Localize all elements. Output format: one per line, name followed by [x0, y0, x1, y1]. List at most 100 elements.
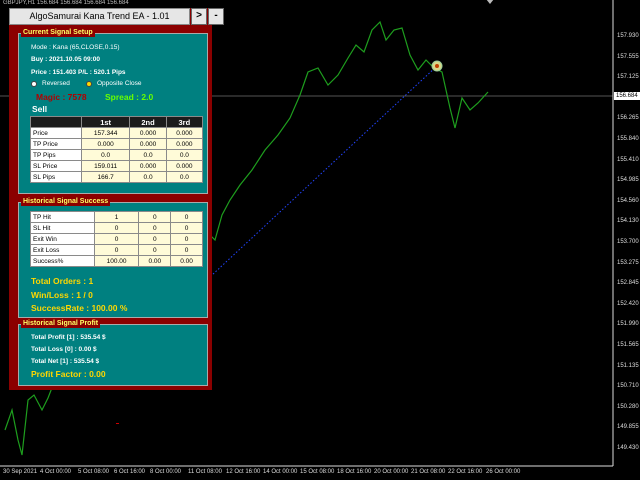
x-tick-label: 14 Oct 00:00: [263, 469, 298, 475]
x-tick-label: 26 Oct 00:00: [486, 469, 521, 475]
chevron-down-icon[interactable]: [486, 0, 494, 5]
y-tick-label: 150.280: [617, 403, 639, 410]
section-header: Historical Signal Profit: [21, 319, 101, 328]
y-tick-label: 154.560: [617, 197, 639, 204]
y-tick-label: 150.710: [617, 383, 639, 390]
success-rate: SuccessRate : 100.00 %: [31, 303, 128, 313]
col-1st: 1st: [80, 116, 131, 128]
cell: 1: [93, 211, 140, 223]
total-net: Total Net [1] : 535.54 $: [31, 358, 100, 365]
y-tick-label: 157.555: [617, 53, 639, 60]
row-label: Exit Win: [30, 233, 95, 245]
historical-signal-profit: Historical Signal Profit Total Profit [1…: [18, 319, 208, 386]
ea-panel: AlgoSamurai Kana Trend EA - 1.01 > - Cur…: [9, 8, 224, 390]
opposite-close-label: Opposite Close: [97, 80, 142, 87]
cell: 0.0: [129, 171, 167, 183]
win-loss: Win/Loss : 1 / 0: [31, 290, 93, 300]
cell: 0.000: [129, 160, 167, 172]
opposite-close-radio[interactable]: [86, 81, 92, 87]
total-loss: Total Loss [0] : 0.00 $: [31, 346, 97, 353]
current-price-label: 156.684: [614, 92, 640, 100]
cell: 0: [93, 244, 140, 256]
x-tick-label: 6 Oct 16:00: [114, 469, 146, 475]
cell: 157.344: [80, 127, 131, 139]
x-tick-label: 15 Oct 08:00: [300, 469, 335, 475]
col-2nd: 2nd: [129, 116, 167, 128]
reversed-radio[interactable]: [31, 81, 37, 87]
magic-text: Magic : 7578: [36, 92, 87, 102]
cell: 0: [138, 233, 172, 245]
y-tick-label: 157.930: [617, 33, 639, 39]
cell: 0: [138, 222, 172, 234]
x-tick-label: 18 Oct 16:00: [337, 469, 372, 475]
y-tick-label: 151.135: [617, 362, 639, 369]
cell: 0.000: [165, 138, 204, 150]
y-tick-label: 156.265: [617, 115, 639, 122]
row-label: TP Hit: [30, 211, 95, 223]
cell: 0.0: [80, 149, 131, 161]
x-tick-label: 4 Oct 00:00: [40, 469, 72, 475]
total-profit: Total Profit [1] : 535.54 $: [31, 334, 106, 341]
y-tick-label: 155.840: [617, 136, 639, 142]
cell: 0.000: [165, 127, 204, 139]
y-tick-label: 153.700: [617, 239, 639, 245]
y-tick-label: 151.565: [617, 342, 639, 348]
y-tick-label: 149.430: [617, 445, 639, 451]
cell: 0: [170, 211, 203, 223]
y-tick-label: 157.125: [617, 74, 639, 81]
x-tick-label: 11 Oct 08:00: [188, 469, 222, 475]
row-label: SL Hit: [30, 222, 95, 234]
col-3rd: 3rd: [165, 116, 204, 128]
ea-title: AlgoSamurai Kana Trend EA - 1.01: [9, 8, 190, 25]
expand-button[interactable]: >: [191, 8, 207, 25]
cell: 0.0: [165, 171, 204, 183]
spread-text: Spread : 2.0: [105, 92, 154, 102]
section-header: Historical Signal Success: [21, 197, 111, 206]
y-tick-label: 149.855: [617, 424, 639, 431]
cell: 166.7: [80, 171, 131, 183]
current-signal-setup: Current Signal Setup Mode : Kana (65,CLO…: [18, 28, 208, 194]
y-tick-label: 153.275: [617, 259, 639, 266]
setup-table: 1st 2nd 3rd Price 157.344 0.000 0.000 TP Pr…: [30, 116, 204, 183]
y-tick-label: 152.845: [617, 280, 639, 287]
minimize-button[interactable]: -: [208, 8, 224, 25]
row-label: SL Price: [30, 160, 82, 172]
sell-text: Sell: [32, 104, 48, 114]
y-tick-label: 155.410: [617, 156, 639, 163]
x-tick-label: 21 Oct 08:00: [411, 469, 446, 475]
cell: 0.0: [129, 149, 167, 161]
cell: 100.00: [93, 255, 140, 267]
cell: 0: [170, 244, 203, 256]
total-orders: Total Orders : 1: [31, 276, 94, 286]
cell: 0: [170, 222, 203, 234]
historical-signal-success: Historical Signal Success TP Hit 1 0 0 SL H…: [18, 197, 208, 318]
cell: 0: [138, 211, 172, 223]
cell: 0: [170, 233, 203, 245]
cell: 0.000: [129, 127, 167, 139]
row-label: TP Pips: [30, 149, 82, 161]
chart-symbol: GBPJPY,H1 156.684 156.684 156.684 156.68…: [3, 0, 129, 6]
cell: 0.000: [80, 138, 131, 150]
row-label: Price: [30, 127, 82, 139]
section-header: Current Signal Setup: [21, 28, 95, 37]
row-label: SL Pips: [30, 171, 82, 183]
cell: 159.011: [80, 160, 131, 172]
cell: 0: [93, 233, 140, 245]
cell: 0: [138, 244, 172, 256]
cell: 0.000: [129, 138, 167, 150]
row-label: TP Price: [30, 138, 82, 150]
x-tick-label: 30 Sep 2021: [3, 469, 38, 475]
cell: 0.00: [170, 255, 203, 267]
x-tick-label: 5 Oct 08:00: [78, 469, 110, 475]
x-tick-label: 22 Oct 16:00: [448, 469, 483, 475]
mode-text: Mode : Kana (65,CLOSE,0.15): [31, 44, 120, 51]
cell: 0: [93, 222, 140, 234]
x-tick-label: 8 Oct 00:00: [150, 469, 182, 475]
x-tick-label: 20 Oct 00:00: [374, 469, 409, 475]
cell: 0.0: [165, 149, 204, 161]
reversed-label: Reversed: [42, 80, 70, 87]
cell: 0.000: [165, 160, 204, 172]
price-pl-text: Price : 151.403 P/L : 520.1 Pips: [31, 69, 126, 76]
x-tick-label: 12 Oct 16:00: [226, 469, 261, 475]
buy-text: Buy : 2021.10.05 09:00: [31, 56, 101, 63]
